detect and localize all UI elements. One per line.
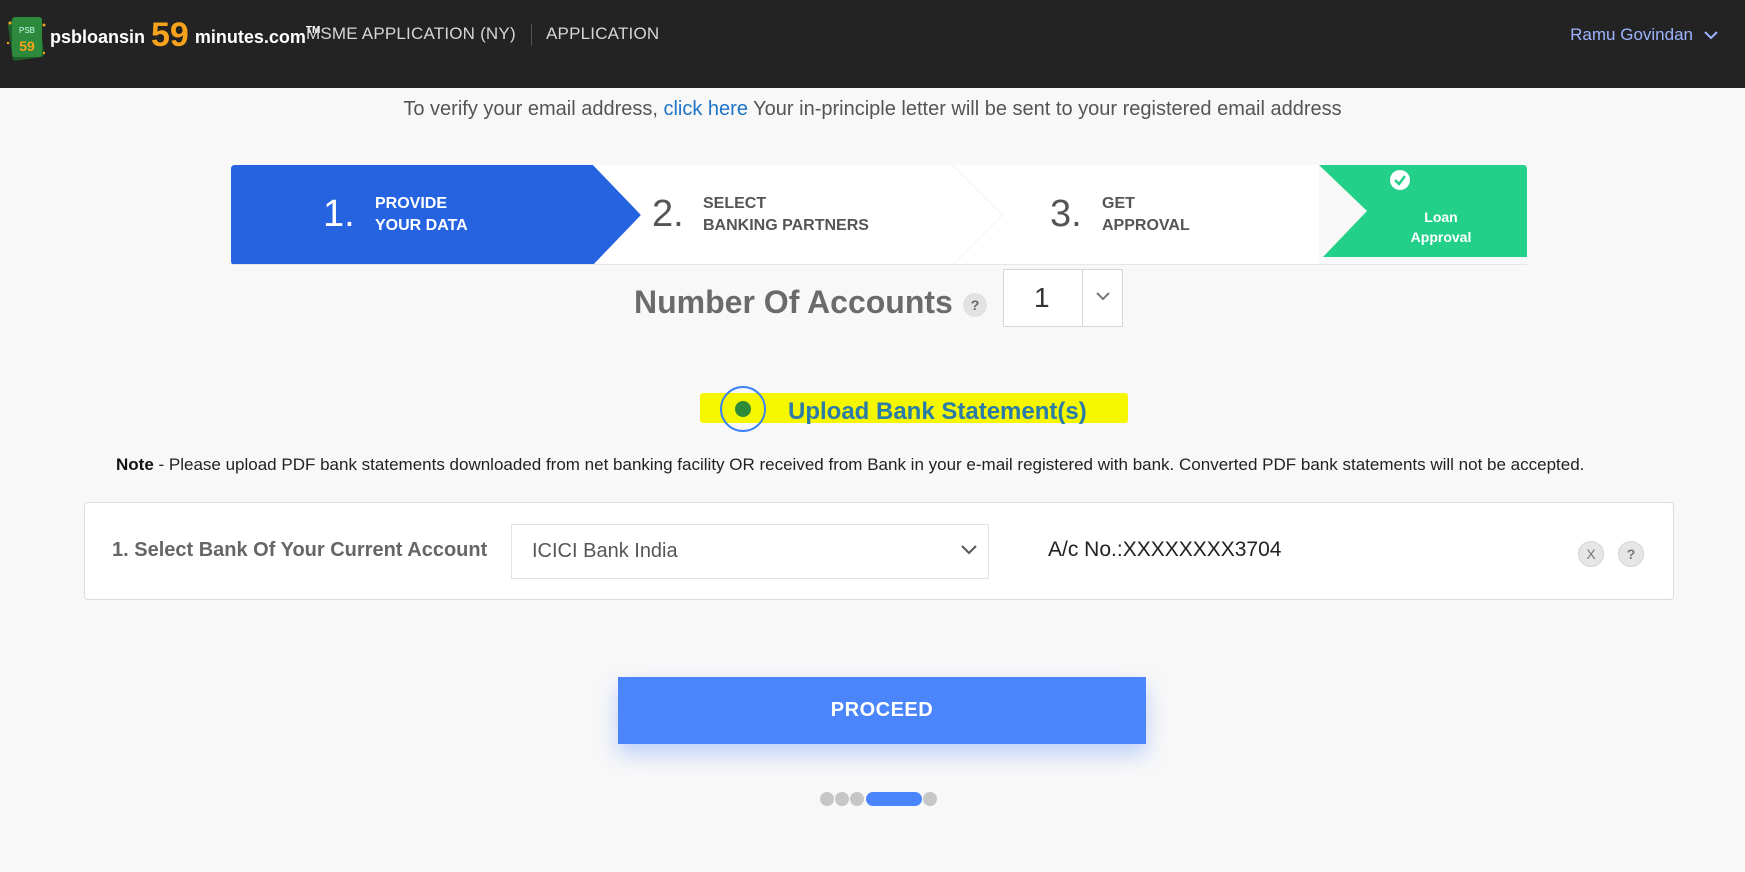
accounts-select-divider bbox=[1082, 270, 1083, 326]
pager-dot[interactable] bbox=[820, 792, 834, 806]
verify-email-notice: To verify your email address, click here… bbox=[0, 98, 1745, 121]
nav-application-label: APPLICATION bbox=[546, 24, 660, 43]
account-number: A/c No.:XXXXXXXX3704 bbox=[1048, 538, 1282, 561]
progress-stepper: 1. PROVIDE YOUR DATA 2. SELECT BANKING P… bbox=[231, 165, 1527, 265]
logo-badge-icon: PSB 59 bbox=[6, 13, 46, 61]
logo-number: 59 bbox=[151, 15, 189, 54]
step-final-line1: Loan bbox=[1424, 209, 1458, 225]
accounts-count-select[interactable]: 1 bbox=[1003, 269, 1123, 327]
pager-dots bbox=[820, 790, 940, 806]
step-2-label[interactable]: SELECT BANKING PARTNERS bbox=[703, 193, 869, 237]
pager-dot-active[interactable] bbox=[866, 792, 922, 806]
step-1-line1: PROVIDE bbox=[375, 195, 448, 212]
note-text: - Please upload PDF bank statements down… bbox=[153, 455, 1585, 474]
step-3-line2: APPROVAL bbox=[1102, 217, 1190, 234]
bank-select-dropdown[interactable]: ICICI Bank India bbox=[511, 524, 989, 579]
badge-number-text: 59 bbox=[19, 38, 35, 54]
top-navbar: PSB 59 psbloansin 59 minutes.com TM MSME… bbox=[0, 0, 1745, 88]
check-circle-icon bbox=[1390, 170, 1410, 190]
number-of-accounts-label: Number Of Accounts bbox=[634, 284, 953, 320]
nav-msme-application[interactable]: MSME APPLICATION (NY) bbox=[306, 24, 516, 44]
user-name: Ramu Govindan bbox=[1570, 25, 1693, 44]
step-final-label: Loan Approval bbox=[1391, 207, 1491, 247]
logo-suffix: minutes.com bbox=[194, 26, 306, 47]
chevron-down-icon bbox=[961, 545, 977, 555]
bank-select-value: ICICI Bank India bbox=[532, 540, 678, 562]
step-3-line1: GET bbox=[1102, 195, 1135, 212]
upload-statements-label[interactable]: Upload Bank Statement(s) bbox=[788, 398, 1087, 426]
bank-help-icon[interactable]: ? bbox=[1618, 541, 1644, 567]
step-2-line1: SELECT bbox=[703, 195, 767, 212]
step-3-number: 3. bbox=[1050, 193, 1082, 235]
verify-suffix: Your in-principle letter will be sent to… bbox=[747, 98, 1342, 120]
accounts-count-value: 1 bbox=[1034, 282, 1050, 313]
step-1-line2: YOUR DATA bbox=[375, 217, 468, 234]
note-bold: Note bbox=[116, 455, 154, 474]
upload-statements-radio[interactable] bbox=[720, 386, 766, 432]
nav-application[interactable]: APPLICATION bbox=[546, 24, 659, 44]
nav-divider bbox=[531, 24, 532, 46]
nav-msme-label: MSME APPLICATION (NY) bbox=[306, 24, 516, 43]
step-2-number: 2. bbox=[652, 193, 684, 235]
user-menu[interactable]: Ramu Govindan bbox=[1570, 25, 1719, 45]
step-1-number: 1. bbox=[323, 193, 355, 235]
upload-note: Note - Please upload PDF bank statements… bbox=[116, 455, 1584, 475]
logo-prefix: psbloansin bbox=[50, 26, 146, 47]
select-bank-label: 1. Select Bank Of Your Current Account bbox=[112, 539, 488, 561]
accounts-help-icon[interactable]: ? bbox=[963, 293, 987, 317]
logo-wordmark: psbloansin 59 minutes.com TM bbox=[50, 16, 320, 59]
remove-bank-button[interactable]: X bbox=[1578, 541, 1604, 567]
pager-dot[interactable] bbox=[923, 792, 937, 806]
step-final-line2: Approval bbox=[1410, 229, 1472, 245]
badge-top-text: PSB bbox=[19, 26, 35, 35]
radio-selected-dot bbox=[735, 401, 751, 417]
step-1-label[interactable]: PROVIDE YOUR DATA bbox=[375, 193, 468, 237]
step-3-label[interactable]: GET APPROVAL bbox=[1102, 193, 1190, 237]
chevron-down-icon bbox=[1704, 31, 1718, 40]
step-2-line2: BANKING PARTNERS bbox=[703, 217, 869, 234]
pager-dot[interactable] bbox=[850, 792, 864, 806]
verify-email-link[interactable]: click here bbox=[663, 98, 747, 120]
verify-prefix: To verify your email address, bbox=[403, 98, 664, 120]
proceed-button[interactable]: PROCEED bbox=[618, 677, 1146, 744]
pager-dot[interactable] bbox=[835, 792, 849, 806]
brand-logo[interactable]: PSB 59 psbloansin 59 minutes.com TM bbox=[6, 12, 320, 62]
chevron-down-icon bbox=[1096, 292, 1110, 301]
bank-account-card: 1. Select Bank Of Your Current Account I… bbox=[84, 502, 1674, 600]
